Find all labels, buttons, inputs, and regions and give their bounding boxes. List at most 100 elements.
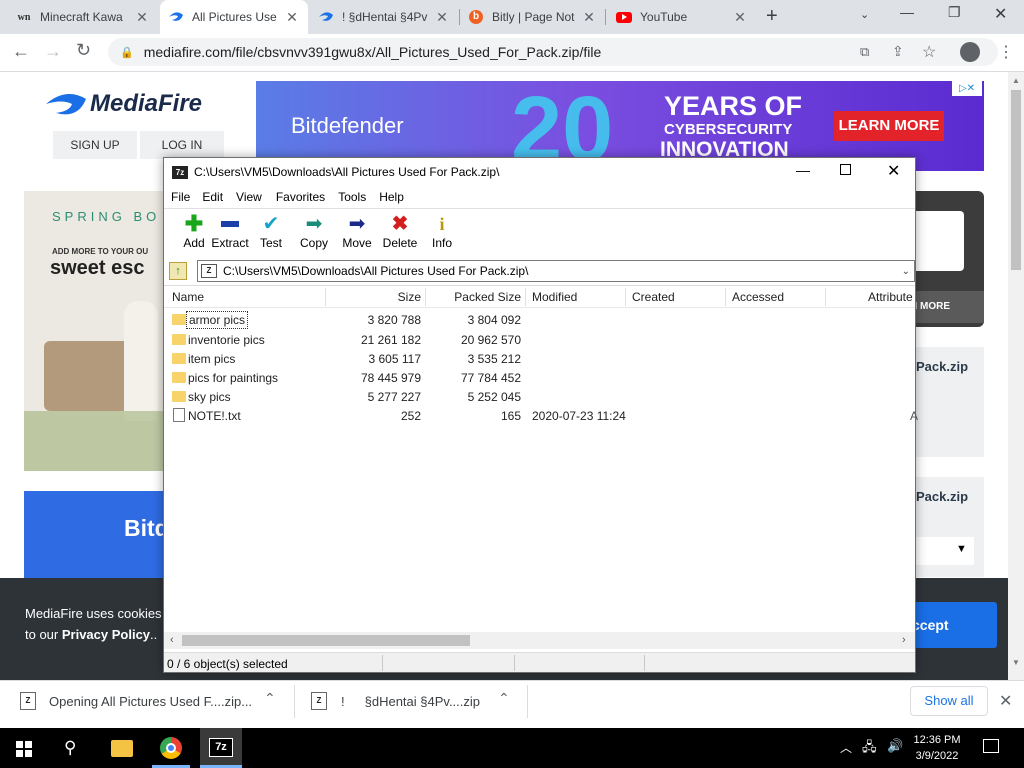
- chrome-icon[interactable]: [160, 737, 182, 759]
- status-divider: [644, 655, 645, 671]
- search-icon[interactable]: ⚲: [64, 738, 76, 758]
- table-row[interactable]: armor pics 3 820 788 3 804 092: [164, 311, 915, 330]
- toolbar-move-button[interactable]: ➡ Move: [335, 212, 379, 254]
- col-accessed-header[interactable]: Accessed: [732, 286, 784, 308]
- profile-avatar-icon[interactable]: [960, 42, 980, 62]
- page-scrollbar[interactable]: ▲ ▼: [1008, 72, 1024, 680]
- clock-date: 3/9/2022: [915, 750, 959, 762]
- login-button[interactable]: LOG IN: [140, 131, 224, 159]
- col-size-header[interactable]: Size: [325, 286, 421, 308]
- toolbar-info-button[interactable]: i Info: [424, 212, 460, 254]
- scroll-left-icon[interactable]: ‹: [170, 634, 174, 646]
- test-check-icon: ✔: [262, 213, 280, 235]
- minimize-icon[interactable]: —: [796, 162, 810, 178]
- 7zip-taskbar-button[interactable]: 7z: [200, 728, 242, 768]
- path-combobox[interactable]: Z C:\Users\VM5\Downloads\All Pictures Us…: [197, 260, 915, 282]
- reload-icon[interactable]: ↻: [76, 40, 91, 61]
- windows-taskbar: ⚲ 7z ︿ 🖧 🔊 12:36 PM 3/9/2022: [0, 728, 1024, 768]
- forward-arrow-icon[interactable]: →: [44, 41, 62, 62]
- file-packed-size: 165: [500, 409, 521, 423]
- 7zip-taskbar-icon: 7z: [209, 738, 233, 757]
- close-tab-icon[interactable]: ✕: [284, 9, 300, 26]
- file-size: 78 445 979: [360, 371, 421, 385]
- menu-edit[interactable]: Edit: [202, 190, 223, 204]
- path-dropdown-icon[interactable]: ⌄: [902, 266, 910, 277]
- tab-bitly[interactable]: b Bitly | Page Not ✕: [460, 0, 605, 34]
- ad-choices-icon[interactable]: ▷✕: [952, 81, 982, 96]
- back-arrow-icon[interactable]: ←: [12, 41, 30, 62]
- signup-button[interactable]: SIGN UP: [53, 131, 137, 159]
- scroll-thumb[interactable]: [1011, 90, 1021, 270]
- toolbar-test-button[interactable]: ✔ Test: [250, 212, 292, 254]
- kebab-menu-icon[interactable]: ⋮: [998, 42, 1014, 62]
- close-tab-icon[interactable]: ✕: [434, 9, 450, 26]
- delete-x-icon: ✖: [391, 213, 409, 235]
- side-ad2-text: Bitd: [124, 515, 169, 541]
- scroll-thumb[interactable]: [182, 635, 470, 646]
- tray-clock[interactable]: 12:36 PM 3/9/2022: [910, 732, 964, 764]
- file-name: inventorie pics: [188, 333, 265, 347]
- windows-start-icon[interactable]: [16, 741, 32, 757]
- file-explorer-icon[interactable]: [111, 740, 133, 757]
- close-tab-icon[interactable]: ✕: [581, 9, 597, 26]
- show-all-button[interactable]: Show all: [910, 686, 988, 716]
- volume-icon[interactable]: 🔊: [887, 738, 903, 754]
- delete-label: Delete: [382, 236, 418, 250]
- table-row[interactable]: sky pics 5 277 227 5 252 045: [164, 387, 915, 406]
- table-row[interactable]: item pics 3 605 117 3 535 212: [164, 349, 915, 368]
- bookmark-star-icon[interactable]: ☆: [922, 42, 936, 62]
- file-packed-size: 3 804 092: [467, 313, 521, 327]
- menu-help[interactable]: Help: [379, 190, 404, 204]
- close-tab-icon[interactable]: ✕: [134, 9, 150, 26]
- menu-favorites[interactable]: Favorites: [276, 190, 325, 204]
- tab-hentai[interactable]: ! §dHentai §4Pv ✕: [310, 0, 458, 34]
- tab-minecraft[interactable]: wn Minecraft Kawa ✕: [8, 0, 158, 34]
- file-packed-size: 5 252 045: [467, 390, 521, 404]
- mediafire-logo[interactable]: MediaFire: [44, 90, 202, 118]
- share-icon[interactable]: ⇪: [892, 43, 904, 60]
- col-name-header[interactable]: Name: [172, 286, 204, 308]
- table-row[interactable]: pics for paintings 78 445 979 77 784 452: [164, 368, 915, 387]
- up-folder-icon[interactable]: ↑: [169, 262, 187, 280]
- col-modified-header[interactable]: Modified: [532, 286, 577, 308]
- tray-chevron-up-icon[interactable]: ︿: [840, 739, 852, 756]
- maximize-icon[interactable]: [840, 164, 851, 175]
- minimize-icon[interactable]: —: [900, 4, 914, 20]
- table-row[interactable]: inventorie pics 21 261 182 20 962 570: [164, 330, 915, 349]
- network-icon[interactable]: 🖧: [862, 738, 877, 760]
- close-window-icon[interactable]: ✕: [994, 4, 1007, 24]
- test-label: Test: [259, 236, 282, 250]
- close-window-icon[interactable]: ✕: [887, 161, 900, 181]
- furniture-side-ad[interactable]: SPRING BO ADD MORE TO YOUR OU sweet esc: [24, 191, 165, 471]
- toolbar-delete-button[interactable]: ✖ Delete: [378, 212, 422, 254]
- cast-icon[interactable]: ⧉: [860, 44, 869, 60]
- scroll-right-icon[interactable]: ›: [902, 634, 906, 646]
- tab-youtube[interactable]: YouTube ✕: [608, 0, 756, 34]
- tab-mediafire-active[interactable]: All Pictures Use ✕: [160, 0, 308, 34]
- toolbar-copy-button[interactable]: ➡ Copy: [292, 212, 336, 254]
- menu-tools[interactable]: Tools: [338, 190, 366, 204]
- notification-center-icon[interactable]: [983, 739, 999, 753]
- download-item-2[interactable]: Z ! §dHentai §4Pv....zip: [311, 689, 480, 713]
- close-tab-icon[interactable]: ✕: [732, 9, 748, 26]
- ad-learn-more-button[interactable]: LEARN MORE: [834, 111, 944, 141]
- scroll-down-icon[interactable]: ▼: [1012, 658, 1020, 667]
- restore-icon[interactable]: ❐: [948, 4, 961, 21]
- download-item-1[interactable]: Z Opening All Pictures Used F....zip...: [20, 689, 252, 713]
- col-packed-header[interactable]: Packed Size: [425, 286, 521, 308]
- download-1-chevron-up-icon[interactable]: ⌃: [264, 690, 276, 707]
- new-tab-icon[interactable]: +: [766, 5, 778, 28]
- table-row[interactable]: NOTE!.txt 252 165 2020-07-23 11:24 A: [164, 406, 918, 425]
- scroll-up-icon[interactable]: ▲: [1012, 76, 1020, 85]
- menu-view[interactable]: View: [236, 190, 262, 204]
- menu-file[interactable]: File: [171, 190, 190, 204]
- toolbar-extract-button[interactable]: Extract: [208, 212, 252, 254]
- col-attributes-header[interactable]: Attribute: [868, 286, 913, 308]
- tab-search-icon[interactable]: ⌄: [860, 8, 869, 21]
- file-name: armor pics: [186, 311, 249, 329]
- close-downloads-icon[interactable]: ✕: [999, 691, 1012, 711]
- privacy-policy-link[interactable]: Privacy Policy: [62, 627, 150, 642]
- col-created-header[interactable]: Created: [632, 286, 675, 308]
- horizontal-scrollbar[interactable]: ‹ ›: [164, 632, 915, 649]
- download-2-chevron-up-icon[interactable]: ⌃: [498, 690, 510, 707]
